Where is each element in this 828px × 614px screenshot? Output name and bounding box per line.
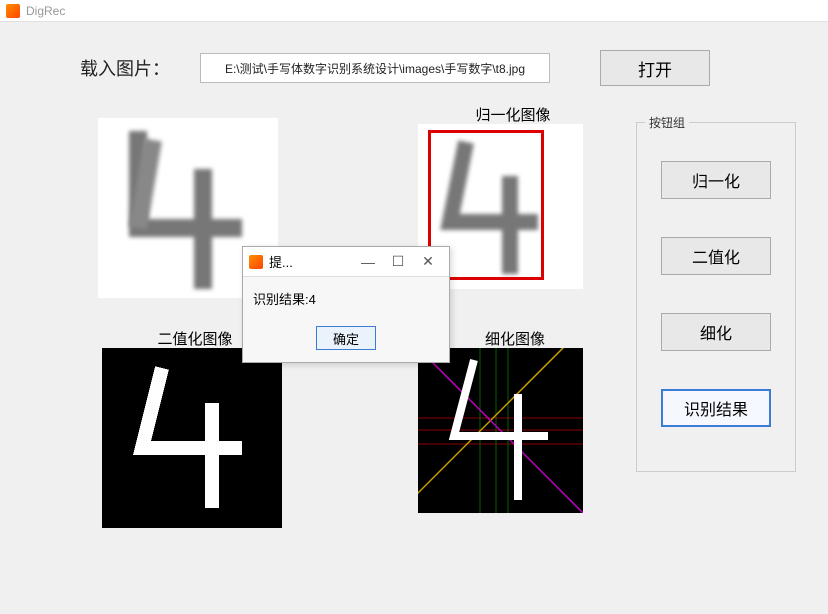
recognize-button[interactable]: 识别结果 [661, 389, 771, 427]
load-label: 载入图片： [80, 55, 170, 81]
load-row: 载入图片： E:\测试\手写体数字识别系统设计\images\手写数字\t8.j… [0, 22, 828, 86]
titlebar: DigRec [0, 0, 828, 22]
binarize-button[interactable]: 二值化 [661, 237, 771, 275]
app-icon [6, 4, 20, 18]
window-title: DigRec [26, 4, 65, 18]
binarized-digit-four [102, 348, 282, 528]
dialog-ok-label: 确定 [333, 329, 359, 348]
dialog-title-text: 提... [269, 252, 293, 271]
normalize-button-label: 归一化 [692, 168, 740, 192]
thin-button[interactable]: 细化 [661, 313, 771, 351]
image-path-text: E:\测试\手写体数字识别系统设计\images\手写数字\t8.jpg [225, 60, 525, 77]
binarized-image-panel [102, 348, 282, 528]
thinned-image-panel [418, 348, 583, 513]
dialog-ok-button[interactable]: 确定 [316, 326, 376, 350]
dialog-maximize-button[interactable]: ☐ [383, 253, 413, 270]
image-path-input[interactable]: E:\测试\手写体数字识别系统设计\images\手写数字\t8.jpg [200, 53, 550, 83]
button-group-panel: 按钮组 归一化 二值化 细化 识别结果 [636, 122, 796, 472]
thin-button-label: 细化 [700, 320, 732, 344]
dialog-icon [249, 255, 263, 269]
open-button[interactable]: 打开 [600, 50, 710, 86]
normalized-title: 归一化图像 [418, 104, 608, 125]
dialog-minimize-button[interactable]: — [353, 254, 383, 270]
thinned-digit-four [418, 348, 583, 513]
recognize-button-label: 识别结果 [684, 396, 748, 420]
dialog-close-button[interactable]: ✕ [413, 253, 443, 270]
result-dialog: 提... — ☐ ✕ 识别结果:4 确定 [242, 246, 450, 363]
normalize-button[interactable]: 归一化 [661, 161, 771, 199]
open-button-label: 打开 [638, 56, 672, 81]
button-group-legend: 按钮组 [645, 114, 689, 131]
dialog-body: 识别结果:4 [243, 277, 449, 314]
dialog-titlebar[interactable]: 提... — ☐ ✕ [243, 247, 449, 277]
binarize-button-label: 二值化 [692, 244, 740, 268]
